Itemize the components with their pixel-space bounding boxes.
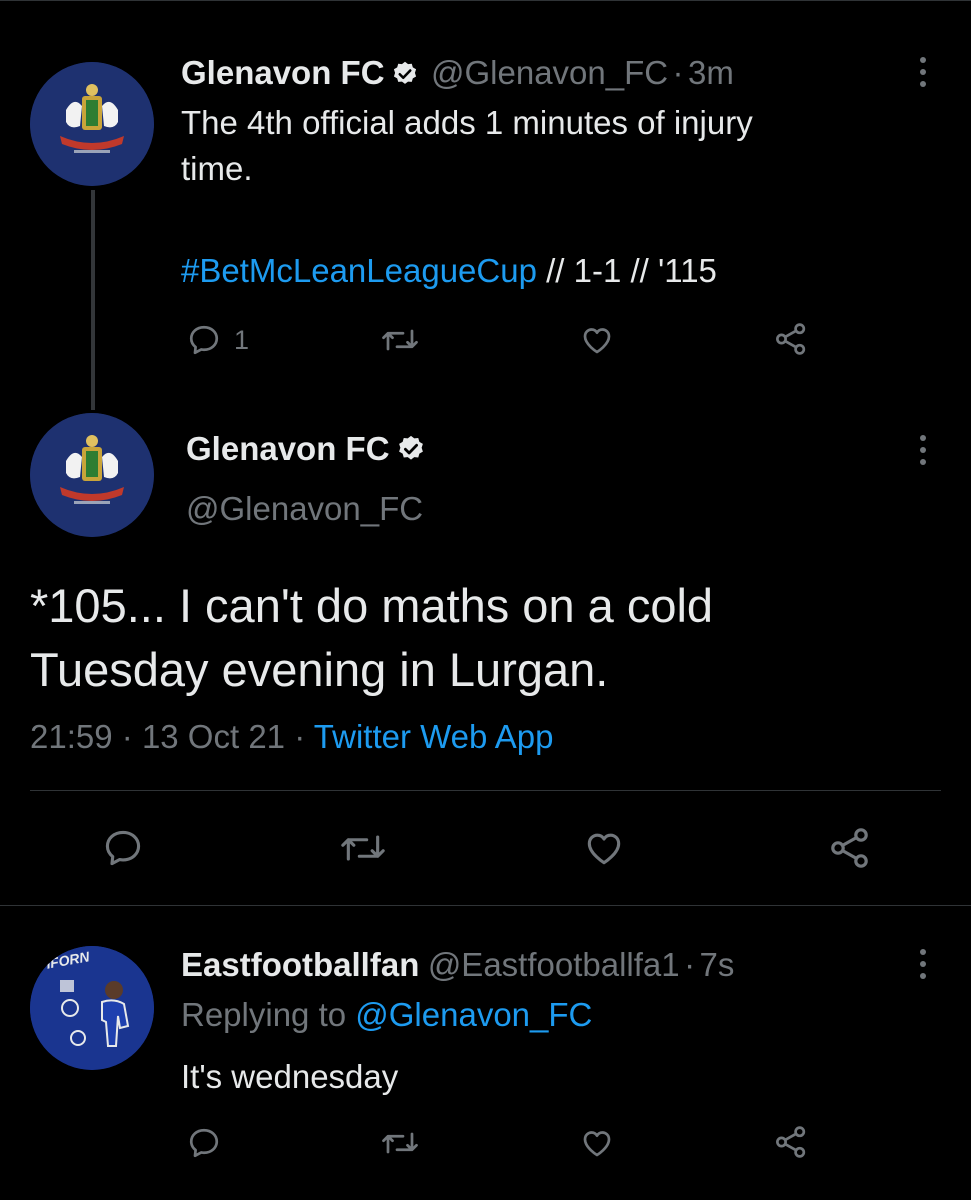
thread-connector-line xyxy=(91,190,95,410)
main-tweet-divider xyxy=(30,790,941,791)
tweet1-retweet-button[interactable] xyxy=(380,322,420,363)
reply-reply-button[interactable] xyxy=(186,1125,222,1166)
retweet-icon xyxy=(382,1132,418,1154)
tweet1-reply-button[interactable]: 1 xyxy=(186,322,249,358)
tweet1-hashtag-line: #BetMcLeanLeagueCup // 1-1 // '115 xyxy=(181,248,717,294)
main-tweet-text-line1: *105... I can't do maths on a cold xyxy=(30,579,714,632)
meta-separator: · xyxy=(294,718,306,755)
main-tweet-meta: 21:59 · 13 Oct 21 · Twitter Web App xyxy=(30,718,553,756)
reply-section-divider xyxy=(0,905,971,906)
main-tweet-share-button[interactable] xyxy=(826,824,874,877)
tweet1-like-button[interactable] xyxy=(578,322,616,363)
main-tweet-text-line2: Tuesday evening in Lurgan. xyxy=(30,643,609,696)
tweet1-share-button[interactable] xyxy=(772,320,810,363)
reply-timestamp[interactable]: 7s xyxy=(700,946,735,983)
reply-more-icon[interactable] xyxy=(911,946,935,986)
reply-text: It's wednesday xyxy=(181,1058,399,1095)
glenavon-avatar[interactable] xyxy=(30,62,154,186)
heart-icon xyxy=(587,833,621,865)
verified-badge-icon xyxy=(396,434,426,469)
main-tweet-like-button[interactable] xyxy=(580,826,628,875)
replying-to-link[interactable]: @Glenavon_FC xyxy=(355,996,592,1033)
share-icon xyxy=(831,828,868,868)
tweet1-more-icon[interactable] xyxy=(911,54,935,94)
main-tweet-reply-button[interactable] xyxy=(100,826,146,875)
reply-icon xyxy=(189,325,219,355)
retweet-icon xyxy=(341,835,385,861)
tweet1-hashtag-link[interactable]: #BetMcLeanLeagueCup xyxy=(181,252,537,289)
reply-icon xyxy=(105,830,141,866)
reply-header: Eastfootballfan @Eastfootballfa1 · 7s xyxy=(181,946,734,984)
tweet1-separator: · xyxy=(672,54,684,91)
main-tweet-author-handle[interactable]: @Glenavon_FC xyxy=(186,490,423,528)
tweet1-author-handle[interactable]: @Glenavon_FC xyxy=(431,54,668,91)
crest-icon xyxy=(30,413,154,537)
tweet1-reply-count: 1 xyxy=(234,324,250,355)
main-tweet-author-name[interactable]: Glenavon FC xyxy=(186,430,390,467)
reply-author-name[interactable]: Eastfootballfan xyxy=(181,946,419,983)
tweet1-text-line2: time. xyxy=(181,150,253,187)
reply-like-button[interactable] xyxy=(578,1125,616,1166)
meta-separator: · xyxy=(121,718,133,755)
reply-separator: · xyxy=(684,946,696,983)
glenavon-avatar-main[interactable] xyxy=(30,413,154,537)
main-tweet-retweet-button[interactable] xyxy=(338,826,388,875)
reply-author-handle[interactable]: @Eastfootballfa1 xyxy=(428,946,680,983)
retweet-icon xyxy=(382,329,418,351)
reply-retweet-button[interactable] xyxy=(380,1125,420,1166)
heart-icon xyxy=(583,328,611,354)
main-tweet-text: *105... I can't do maths on a cold Tuesd… xyxy=(30,574,713,702)
crest-icon xyxy=(30,62,154,186)
tweet1-text: The 4th official adds 1 minutes of injur… xyxy=(181,100,753,192)
main-tweet-more-icon[interactable] xyxy=(911,432,935,472)
reply-context: Replying to @Glenavon_FC xyxy=(181,996,592,1034)
main-tweet-name-row: Glenavon FC xyxy=(186,430,426,469)
reply-share-button[interactable] xyxy=(772,1123,810,1166)
eastfootballfan-avatar[interactable]: IFORN xyxy=(30,946,154,1070)
share-icon xyxy=(776,1126,806,1158)
reply-icon xyxy=(189,1128,219,1158)
main-tweet-time[interactable]: 21:59 xyxy=(30,718,113,755)
tweet1-score-text: // 1-1 // '115 xyxy=(536,252,717,289)
tweet1-author-name[interactable]: Glenavon FC xyxy=(181,54,385,91)
tweet1-text-line1: The 4th official adds 1 minutes of injur… xyxy=(181,104,753,141)
verified-badge-icon xyxy=(391,60,419,93)
tweet1-timestamp[interactable]: 3m xyxy=(688,54,734,91)
share-icon xyxy=(776,323,806,355)
replying-to-label: Replying to xyxy=(181,996,356,1033)
top-border xyxy=(0,0,971,1)
heart-icon xyxy=(583,1131,611,1157)
main-tweet-source-link[interactable]: Twitter Web App xyxy=(314,718,554,755)
tweet1-header: Glenavon FC @Glenavon_FC · 3m xyxy=(181,54,734,93)
main-tweet-date[interactable]: 13 Oct 21 xyxy=(142,718,285,755)
